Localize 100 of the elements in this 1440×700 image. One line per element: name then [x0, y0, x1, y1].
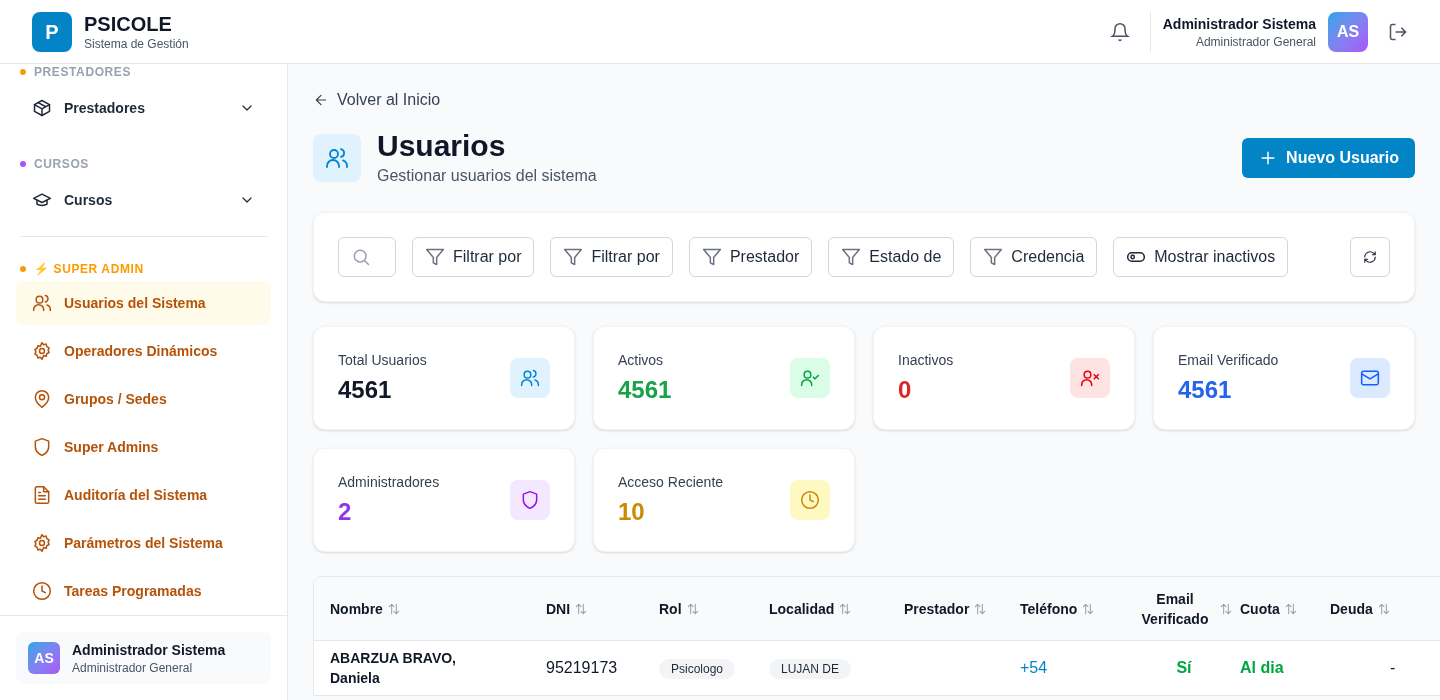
- sidebar-item-label: Super Admins: [64, 438, 159, 457]
- sort-icon[interactable]: [386, 601, 401, 616]
- sidebar-item-label: Parámetros del Sistema: [64, 534, 223, 553]
- new-user-button[interactable]: Nuevo Usuario: [1242, 138, 1415, 178]
- sidebar-item[interactable]: Parámetros del Sistema: [16, 521, 271, 565]
- filter-icon: [701, 247, 722, 267]
- document-icon: [32, 485, 52, 505]
- sidebar-item[interactable]: Operadores Dinámicos: [16, 329, 271, 373]
- table-cell: 95219173: [546, 659, 618, 676]
- sidebar-item-label: Prestadores: [64, 99, 145, 118]
- sidebar-item[interactable]: Tareas Programadas: [16, 569, 271, 613]
- stat-label: Activos: [618, 351, 665, 370]
- user-role: Administrador General: [72, 660, 194, 676]
- sidebar-item-label: Operadores Dinámicos: [64, 342, 218, 361]
- refresh-button[interactable]: [1350, 237, 1390, 277]
- stat-value: 4561: [618, 375, 672, 405]
- stat-value: 4561: [1178, 375, 1233, 405]
- sidebar-item-label: Usuarios del Sistema: [64, 294, 206, 313]
- role-tag: Psicologo: [659, 659, 736, 679]
- stat-label: Inactivos: [898, 351, 954, 370]
- sort-icon[interactable]: [1283, 601, 1298, 616]
- stat-value: 10: [618, 497, 646, 527]
- table-cell-text: Sí: [1176, 658, 1192, 678]
- user-role: Administrador General: [1195, 33, 1316, 50]
- sidebar-item-label: Cursos: [64, 191, 113, 210]
- filter-dropdown[interactable]: Estado de: [828, 237, 955, 277]
- stat-label: Acceso Reciente: [618, 473, 724, 492]
- filter-icon: [983, 247, 1004, 267]
- sort-icon[interactable]: [574, 601, 589, 616]
- page-subtitle: Gestionar usuarios del sistema: [377, 166, 597, 186]
- column-header[interactable]: Cuota: [1240, 598, 1280, 619]
- filter-dropdown[interactable]: Credencia: [970, 237, 1098, 277]
- locality-tag: LUJAN DE: [769, 659, 851, 679]
- map-pin-icon: [32, 389, 52, 409]
- sidebar-item-label: Tareas Programadas: [64, 582, 202, 601]
- shield-icon: [32, 437, 52, 457]
- app-subtitle: Sistema de Gestión: [84, 35, 189, 52]
- sort-icon[interactable]: [1219, 601, 1233, 616]
- column-header[interactable]: Teléfono: [1020, 598, 1078, 619]
- section-label: PRESTADORES: [34, 64, 132, 80]
- column-header[interactable]: Localidad: [769, 598, 835, 619]
- shield-icon: [510, 480, 550, 520]
- box-icon: [32, 98, 52, 118]
- sidebar-item[interactable]: Cursos: [16, 176, 271, 224]
- page-title: Usuarios: [377, 128, 507, 164]
- sort-icon[interactable]: [1376, 601, 1391, 616]
- user-x-icon: [1070, 358, 1110, 398]
- stat-value: 2: [338, 497, 353, 527]
- table-cell: Al dia: [1240, 659, 1284, 676]
- sidebar-item-label: Auditoría del Sistema: [64, 486, 208, 505]
- sort-icon[interactable]: [973, 601, 988, 616]
- sidebar-item[interactable]: Super Admins: [16, 425, 271, 469]
- filter-icon: [841, 247, 862, 267]
- users-icon: [510, 358, 550, 398]
- section-label: CURSOS: [34, 156, 89, 172]
- clock-icon: [790, 480, 830, 520]
- gear-icon: [32, 341, 52, 361]
- app-name: PSICOLE: [84, 11, 173, 36]
- sidebar-item[interactable]: Usuarios del Sistema: [16, 281, 271, 325]
- sort-icon[interactable]: [685, 601, 700, 616]
- phone-link[interactable]: +54: [1020, 659, 1048, 676]
- sidebar-item[interactable]: Auditoría del Sistema: [16, 473, 271, 517]
- stat-label: Administradores: [338, 473, 440, 492]
- column-header[interactable]: Nombre: [330, 598, 383, 619]
- stat-value: 4561: [338, 375, 393, 405]
- column-header[interactable]: Email Verificado: [1135, 588, 1215, 629]
- gear-icon: [32, 533, 52, 553]
- users-icon: [32, 293, 52, 313]
- sidebar-item[interactable]: Grupos / Sedes: [16, 377, 271, 421]
- column-header[interactable]: Prestador: [904, 598, 970, 619]
- logout-icon[interactable]: [1388, 21, 1408, 42]
- user-avatar: AS: [28, 642, 60, 674]
- column-header[interactable]: Deuda: [1330, 598, 1373, 619]
- search-field[interactable]: [338, 237, 396, 277]
- filter-icon: [425, 247, 445, 267]
- user-name: Administrador Sistema: [72, 641, 226, 660]
- table-cell-text: ABARZUA BRAVO, Daniela: [330, 649, 457, 688]
- filter-dropdown[interactable]: Filtrar por: [412, 237, 535, 277]
- sort-icon[interactable]: [838, 601, 853, 616]
- section-label: ⚡ SUPER ADMIN: [34, 261, 144, 277]
- filter-dropdown[interactable]: Prestador: [688, 237, 813, 277]
- user-check-icon: [790, 358, 830, 398]
- mail-icon: [1350, 358, 1390, 398]
- search-icon: [351, 247, 371, 267]
- column-header[interactable]: DNI: [546, 598, 571, 619]
- filter-dropdown[interactable]: Filtrar por: [550, 237, 673, 277]
- user-card[interactable]: AS Administrador Sistema Administrador General: [16, 632, 271, 684]
- stat-value: 0: [898, 375, 913, 405]
- users-icon: [313, 134, 361, 182]
- filter-icon: [563, 247, 584, 267]
- app-logo: P: [32, 11, 72, 52]
- stat-label: Total Usuarios: [338, 351, 427, 370]
- arrow-left-icon: [313, 92, 329, 108]
- column-header[interactable]: Rol: [659, 598, 682, 619]
- back-link[interactable]: Volver al Inicio: [313, 88, 441, 112]
- sidebar-item[interactable]: Prestadores: [16, 84, 271, 132]
- sort-icon[interactable]: [1081, 601, 1096, 616]
- sidebar-item-label: Grupos / Sedes: [64, 390, 167, 409]
- user-name: Administrador Sistema: [1162, 14, 1316, 34]
- table-cell-text: -: [1389, 659, 1396, 676]
